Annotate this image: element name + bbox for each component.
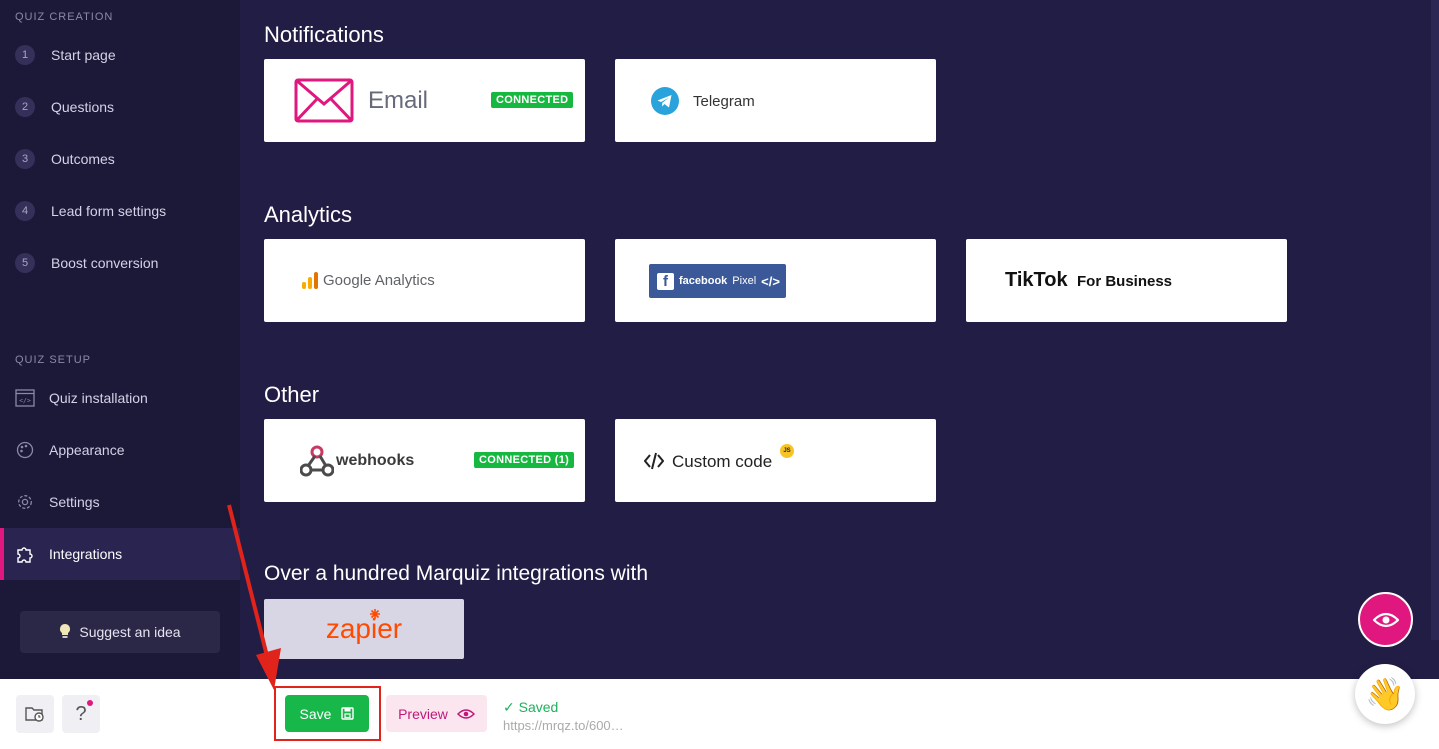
sidebar-item-appearance[interactable]: Appearance (0, 424, 240, 476)
google-analytics-card[interactable]: Google Analytics (264, 239, 585, 322)
sidebar-item-label: Appearance (49, 442, 125, 458)
tiktok-business-card[interactable]: TikTok For Business (966, 239, 1287, 322)
sidebar-item-questions[interactable]: 2 Questions (0, 81, 240, 133)
help-label: ? (75, 702, 87, 725)
chat-wave-button[interactable]: 👋 (1355, 664, 1415, 724)
step-number: 5 (15, 253, 35, 273)
sidebar-item-quiz-installation[interactable]: </> Quiz installation (0, 372, 240, 424)
notification-dot (87, 700, 93, 706)
other-heading: Other (264, 382, 320, 407)
sidebar-item-label: Questions (51, 99, 115, 115)
connected-badge: CONNECTED (491, 92, 574, 108)
eye-icon (1372, 612, 1399, 627)
sidebar-item-label: Integrations (49, 546, 123, 562)
telegram-integration-card[interactable]: Telegram (615, 59, 936, 142)
email-label: Email (368, 87, 429, 114)
sidebar-item-start-page[interactable]: 1 Start page (0, 29, 240, 81)
sidebar-item-label: Outcomes (51, 151, 115, 167)
suggest-idea-label: Suggest an idea (79, 624, 181, 640)
sidebar-item-outcomes[interactable]: 3 Outcomes (0, 133, 240, 185)
envelope-icon (294, 78, 354, 123)
svg-text:</>: </> (19, 397, 31, 405)
email-integration-card[interactable]: Email CONNECTED (264, 59, 585, 142)
suggest-idea-button[interactable]: Suggest an idea (20, 611, 220, 653)
code-brackets-icon: </> (761, 273, 780, 289)
eye-icon (456, 708, 475, 719)
js-badge: JS (780, 444, 794, 458)
sidebar-item-label: Lead form settings (51, 203, 167, 219)
custom-code-label: Custom code (672, 452, 773, 471)
saved-status: ✓ Saved (503, 699, 558, 716)
facebook-label: facebook (679, 275, 728, 287)
sidebar-item-lead-form-settings[interactable]: 4 Lead form settings (0, 185, 240, 237)
sidebar-item-label: Settings (49, 494, 100, 510)
telegram-icon (651, 87, 679, 115)
step-number: 4 (15, 201, 35, 221)
code-window-icon: </> (15, 388, 35, 408)
webhooks-icon (300, 445, 334, 477)
google-analytics-icon (302, 272, 318, 289)
step-number: 2 (15, 97, 35, 117)
step-number: 1 (15, 45, 35, 65)
quiz-creation-title: QUIZ CREATION (15, 11, 114, 23)
puzzle-icon (15, 544, 35, 564)
connected-badge: CONNECTED (1) (474, 452, 575, 468)
analytics-heading: Analytics (264, 202, 353, 227)
facebook-pixel-logo: f facebook Pixel </> (649, 264, 786, 298)
sidebar-item-integrations[interactable]: Integrations (0, 528, 240, 580)
marquiz-integrations-heading: Over a hundred Marquiz integrations with (264, 562, 649, 585)
webhooks-card[interactable]: webhooks CONNECTED (1) (264, 419, 585, 502)
sidebar-item-boost-conversion[interactable]: 5 Boost conversion (0, 237, 240, 289)
bottom-bar: ? Save Preview ✓ Saved https://mrqz.to/6… (0, 679, 1439, 749)
sidebar-item-label: Quiz installation (49, 390, 148, 406)
lightbulb-icon (59, 623, 71, 642)
zapier-label: zapier (325, 613, 403, 644)
webhooks-label: webhooks (336, 452, 415, 469)
palette-icon (15, 440, 35, 460)
facebook-icon: f (657, 272, 674, 290)
code-icon (644, 452, 664, 470)
preview-float-button[interactable] (1358, 592, 1413, 647)
sidebar-item-label: Boost conversion (51, 255, 159, 271)
preview-button[interactable]: Preview (386, 695, 487, 732)
floppy-disk-icon (341, 707, 355, 720)
google-analytics-label: Google Analytics (323, 272, 435, 289)
notifications-heading: Notifications (264, 22, 384, 47)
quiz-setup-title: QUIZ SETUP (15, 354, 92, 366)
sidebar-item-settings[interactable]: Settings (0, 476, 240, 528)
pixel-label: Pixel (732, 275, 757, 287)
checkmark-icon: ✓ (503, 699, 515, 715)
help-button[interactable]: ? (62, 695, 100, 733)
zapier-asterisk-icon (370, 609, 380, 619)
custom-code-card[interactable]: Custom code JS (615, 419, 936, 502)
save-button[interactable]: Save (285, 695, 369, 732)
preview-label: Preview (398, 705, 448, 722)
sidebar: QUIZ CREATION 1 Start page 2 Questions 3… (0, 0, 240, 679)
folder-clock-icon (25, 707, 44, 722)
step-number: 3 (15, 149, 35, 169)
quiz-url[interactable]: https://mrqz.to/600… (503, 718, 624, 733)
history-button[interactable] (16, 695, 54, 733)
zapier-card[interactable]: zapier (264, 599, 464, 659)
waving-hand-icon: 👋 (1365, 676, 1405, 712)
for-business-label: For Business (1077, 273, 1173, 290)
scrollbar[interactable] (1431, 0, 1439, 640)
save-label: Save (299, 705, 332, 722)
sidebar-item-label: Start page (51, 47, 116, 63)
telegram-label: Telegram (693, 93, 755, 110)
gear-icon (15, 492, 35, 512)
saved-label: Saved (518, 699, 559, 715)
tiktok-label: TikTok (1005, 269, 1068, 291)
facebook-pixel-card[interactable]: f facebook Pixel </> (615, 239, 936, 322)
